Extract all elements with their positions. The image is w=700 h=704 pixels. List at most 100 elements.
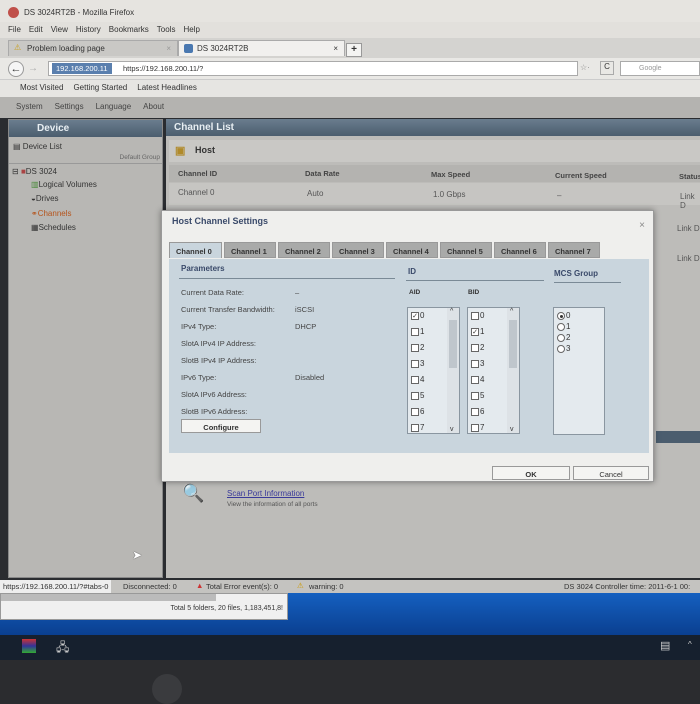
checkbox[interactable] xyxy=(471,311,479,320)
bookmark-getting-started[interactable]: Getting Started xyxy=(73,83,127,97)
tree-root-ds3024[interactable]: ⊟ ■DS 3024 xyxy=(12,167,57,176)
scroll-thumb[interactable] xyxy=(449,320,457,368)
menu-tools[interactable]: Tools xyxy=(157,25,176,38)
bid-scrollbar[interactable]: ^ v xyxy=(507,308,519,433)
bid-checkbox-3[interactable]: 3 xyxy=(471,359,484,368)
menu-file[interactable]: File xyxy=(8,25,21,38)
scan-port-link[interactable]: Scan Port Information xyxy=(227,489,304,498)
aid-checkbox-3[interactable]: 3 xyxy=(411,359,424,368)
aid-checkbox-2[interactable]: 2 xyxy=(411,343,424,352)
app-menu-about[interactable]: About xyxy=(143,102,164,118)
bookmark-most-visited[interactable]: Most Visited xyxy=(20,83,63,97)
checkbox[interactable] xyxy=(411,343,419,352)
bid-checkbox-2[interactable]: 2 xyxy=(471,343,484,352)
tree-item-channels[interactable]: ⚭Channels xyxy=(31,209,72,218)
radio[interactable] xyxy=(557,344,565,353)
aid-checkbox-6[interactable]: 6 xyxy=(411,407,424,416)
reload-icon[interactable]: C xyxy=(600,61,614,75)
bid-list[interactable]: 0 ✓ 1 2 3 4 5 6 7 ^ v xyxy=(467,307,520,434)
col-status[interactable]: Status xyxy=(679,172,700,181)
bid-checkbox-6[interactable]: 6 xyxy=(471,407,484,416)
url-text[interactable]: https://192.168.200.11/? xyxy=(123,64,203,73)
close-tab-icon[interactable]: × xyxy=(333,44,338,53)
col-channel-id[interactable]: Channel ID xyxy=(178,169,217,178)
aid-checkbox-7[interactable]: 7 xyxy=(411,423,424,432)
checkbox[interactable] xyxy=(471,391,479,400)
bid-checkbox-5[interactable]: 5 xyxy=(471,391,484,400)
scroll-up-icon[interactable]: ^ xyxy=(510,308,513,315)
col-current-speed[interactable]: Current Speed xyxy=(555,171,607,180)
checkbox[interactable] xyxy=(471,343,479,352)
tree-item-schedules[interactable]: ▦Schedules xyxy=(31,223,76,232)
tab-channel-5[interactable]: Channel 5 xyxy=(440,242,492,258)
mcs-radio-2[interactable]: 2 xyxy=(557,333,570,342)
checkbox[interactable] xyxy=(411,327,419,336)
bid-checkbox-7[interactable]: 7 xyxy=(471,423,484,432)
tab-problem-loading[interactable]: ⚠ Problem loading page × xyxy=(8,40,178,56)
ok-button[interactable]: OK xyxy=(492,466,570,480)
mcs-radio-1[interactable]: 1 xyxy=(557,322,570,331)
tab-channel-4[interactable]: Channel 4 xyxy=(386,242,438,258)
menu-help[interactable]: Help xyxy=(183,25,199,38)
menu-view[interactable]: View xyxy=(51,25,68,38)
tab-channel-3[interactable]: Channel 3 xyxy=(332,242,384,258)
tray-icon[interactable]: ▤ xyxy=(660,639,670,652)
back-button[interactable]: ← xyxy=(8,61,24,77)
bid-checkbox-1[interactable]: ✓ 1 xyxy=(471,327,484,336)
tab-channel-7[interactable]: Channel 7 xyxy=(548,242,600,258)
bookmark-latest-headlines[interactable]: Latest Headlines xyxy=(137,83,197,97)
cancel-button[interactable]: Cancel xyxy=(573,466,649,480)
menu-edit[interactable]: Edit xyxy=(29,25,43,38)
app-menu-system[interactable]: System xyxy=(16,102,43,118)
dialog-close-icon[interactable]: × xyxy=(639,220,645,231)
scrollbar[interactable] xyxy=(1,594,216,601)
tab-channel-6[interactable]: Channel 6 xyxy=(494,242,546,258)
device-list-link[interactable]: ▤ Device List xyxy=(13,142,62,151)
bookmark-star-icon[interactable]: ☆· xyxy=(580,63,590,72)
aid-scrollbar[interactable]: ^ v xyxy=(447,308,459,433)
forward-button[interactable]: → xyxy=(28,63,38,74)
checkbox[interactable] xyxy=(411,407,419,416)
search-input[interactable]: Google xyxy=(620,61,700,76)
checkbox[interactable] xyxy=(411,359,419,368)
app-menu-language[interactable]: Language xyxy=(96,102,132,118)
checkbox[interactable] xyxy=(411,423,419,432)
mcs-radio-0[interactable]: 0 xyxy=(557,311,570,320)
checkbox[interactable] xyxy=(471,359,479,368)
table-row[interactable]: Channel 0 Auto 1.0 Gbps – Link D xyxy=(169,183,700,210)
aid-checkbox-0[interactable]: ✓ 0 xyxy=(411,311,424,320)
network-app-icon[interactable]: 🖧 xyxy=(56,638,69,659)
mcs-radio-3[interactable]: 3 xyxy=(557,344,570,353)
scroll-thumb[interactable] xyxy=(509,320,517,368)
checkbox[interactable] xyxy=(471,375,479,384)
checkbox[interactable] xyxy=(411,375,419,384)
configure-button[interactable]: Configure xyxy=(181,419,261,433)
scroll-down-icon[interactable]: v xyxy=(510,426,514,433)
app-menu-settings[interactable]: Settings xyxy=(55,102,84,118)
checkbox[interactable] xyxy=(471,407,479,416)
col-max-speed[interactable]: Max Speed xyxy=(431,170,470,179)
tray-chevron-icon[interactable]: ^ xyxy=(688,640,692,649)
new-tab-button[interactable]: + xyxy=(346,43,362,57)
aid-checkbox-1[interactable]: 1 xyxy=(411,327,424,336)
scroll-down-icon[interactable]: v xyxy=(450,426,454,433)
tab-ds3024[interactable]: DS 3024RT2B × xyxy=(178,40,345,56)
bid-checkbox-4[interactable]: 4 xyxy=(471,375,484,384)
site-identity[interactable]: 192.168.200.11 xyxy=(52,63,112,74)
checkbox[interactable] xyxy=(471,423,479,432)
checkbox[interactable]: ✓ xyxy=(471,327,479,336)
close-tab-icon[interactable]: × xyxy=(166,44,171,53)
checkbox[interactable]: ✓ xyxy=(411,311,419,320)
tab-channel-1[interactable]: Channel 1 xyxy=(224,242,276,258)
tree-item-logical-volumes[interactable]: ▥Logical Volumes xyxy=(31,180,97,189)
winrar-icon[interactable] xyxy=(22,639,36,653)
tab-channel-2[interactable]: Channel 2 xyxy=(278,242,330,258)
tree-item-drives[interactable]: ◒Drives xyxy=(31,194,59,203)
radio[interactable] xyxy=(557,322,565,331)
checkbox[interactable] xyxy=(411,391,419,400)
bid-checkbox-0[interactable]: 0 xyxy=(471,311,484,320)
radio[interactable] xyxy=(557,333,565,342)
menu-bookmarks[interactable]: Bookmarks xyxy=(109,25,149,38)
tab-channel-0[interactable]: Channel 0 xyxy=(169,242,222,258)
url-bar[interactable]: 192.168.200.11 https://192.168.200.11/? xyxy=(48,61,578,76)
